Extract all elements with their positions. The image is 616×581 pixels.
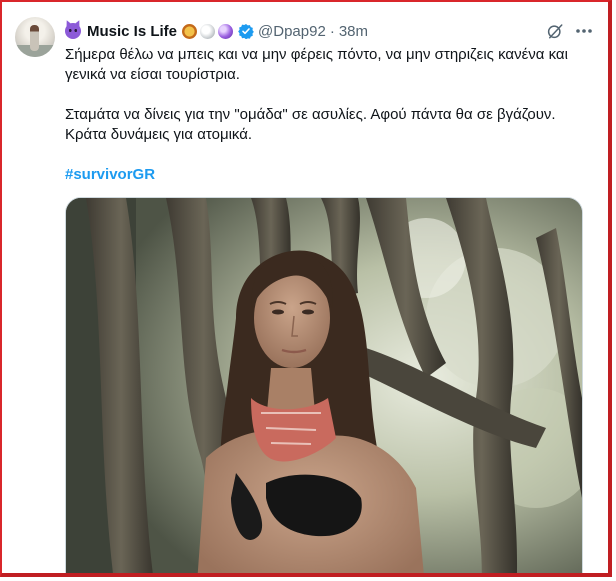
tweet-text: Σήμερα θέλω να μπεις και να μην φέρεις π… [65, 45, 585, 185]
timestamp[interactable]: 38m [339, 23, 368, 40]
tweet-header: Music Is Life @Dpap92 · 38m [65, 20, 598, 42]
tweet-card[interactable]: Music Is Life @Dpap92 · 38m Σήμερα θέλω … [2, 2, 608, 573]
hashtag-link[interactable]: #survivorGR [65, 166, 155, 183]
tweet-line: Σήμερα θέλω να μπεις και να μην φέρεις π… [65, 46, 568, 63]
screenshot-frame: Music Is Life @Dpap92 · 38m Σήμερα θέλω … [0, 0, 612, 577]
smiling-devil-emoji-icon [65, 23, 81, 39]
display-name[interactable]: Music Is Life [87, 23, 177, 40]
tweet-line: γενικά να είσαι τουρίστρια. [65, 66, 240, 83]
grok-icon[interactable] [546, 22, 564, 40]
photo-image [66, 198, 582, 573]
volleyball-emoji-icon [200, 23, 216, 39]
more-options-icon[interactable] [574, 22, 594, 40]
avatar[interactable] [15, 17, 55, 57]
lion-emoji-icon [182, 23, 198, 39]
crystal-ball-emoji-icon [218, 23, 234, 39]
tweet-line: Κράτα δυνάμεις για ατομικά. [65, 126, 253, 143]
separator-dot: · [329, 22, 335, 40]
user-handle[interactable]: @Dpap92 [258, 23, 326, 40]
tweet-line: Σταμάτα να δίνεις για την "ομάδα" σε ασυ… [65, 106, 556, 123]
verified-badge-icon [238, 23, 254, 40]
avatar-figure [30, 25, 39, 51]
tweet-photo[interactable] [65, 197, 583, 573]
